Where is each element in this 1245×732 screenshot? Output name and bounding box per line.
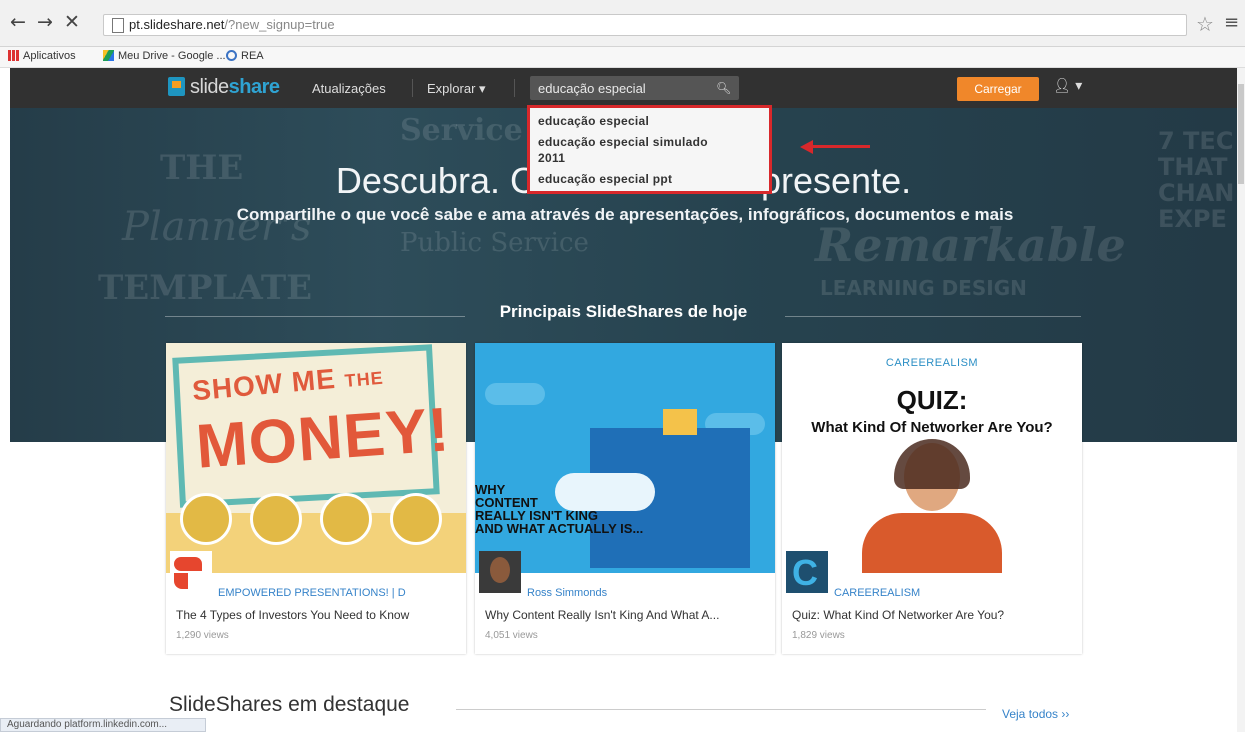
suggestion-item[interactable]: educação especial ppt: [538, 172, 672, 186]
back-arrow-icon[interactable]: ←: [10, 12, 26, 32]
google-drive-icon: [103, 50, 114, 61]
page-icon: [112, 18, 124, 33]
card-title[interactable]: Why Content Really Isn't King And What A…: [485, 608, 719, 622]
annotation-arrow-head: [800, 140, 813, 154]
see-all-link[interactable]: Veja todos ››: [1002, 707, 1069, 721]
section-title: Principais SlideShares de hoje: [499, 302, 748, 321]
card-views: 1,829 views: [792, 630, 845, 641]
bookmarks-bar: Aplicativos Meu Drive - Google ... REA: [0, 47, 1245, 68]
thumb-text: What Kind Of Networker Are You?: [811, 419, 1053, 436]
thumb-text: CAREEREALISM: [885, 357, 979, 369]
card-title[interactable]: Quiz: What Kind Of Networker Are You?: [792, 608, 1004, 622]
user-menu-icon[interactable]: 👤︎ ▾: [1053, 78, 1082, 94]
nav-divider: [514, 79, 515, 97]
search-icon[interactable]: 🔍︎: [716, 81, 731, 95]
site-logo[interactable]: slideshare: [190, 76, 280, 99]
scrollbar-thumb[interactable]: [1238, 84, 1244, 184]
card-thumbnail[interactable]: CAREEREALISM QUIZ: What Kind Of Networke…: [782, 343, 1082, 573]
coin-icon: [250, 493, 302, 545]
search-input[interactable]: [530, 76, 710, 100]
author-avatar[interactable]: C: [786, 551, 828, 593]
hero-title-head: Descubra. Co: [335, 160, 556, 201]
bookmark-rea[interactable]: REA: [226, 50, 264, 62]
bookmark-drive-label: Meu Drive - Google ...: [118, 50, 226, 62]
bookmark-star-icon[interactable]: ☆: [1196, 12, 1214, 36]
hero-bg-art: Service: [400, 113, 523, 148]
suggestion-item-continuation[interactable]: 2011: [538, 151, 565, 165]
coin-icon: [320, 493, 372, 545]
card-thumbnail[interactable]: WHY CONTENT REALLY ISN'T KING AND WHAT A…: [475, 343, 775, 573]
thumb-text: THE: [343, 367, 385, 391]
featured-divider: [456, 709, 986, 710]
browser-menu-icon[interactable]: ≡: [1224, 12, 1239, 33]
nav-explore[interactable]: Explorar ▾: [427, 81, 486, 97]
url-host: pt.slideshare.net: [129, 17, 225, 32]
nav-updates[interactable]: Atualizações: [312, 81, 386, 96]
coin-icon: [180, 493, 232, 545]
nav-divider: [412, 79, 413, 97]
search-box: 🔍︎: [530, 76, 739, 100]
crown-icon: [663, 409, 697, 435]
status-bar: Aguardando platform.linkedin.com...: [0, 718, 206, 732]
bookmark-drive[interactable]: Meu Drive - Google ...: [103, 50, 226, 62]
bookmark-rea-label: REA: [241, 50, 264, 62]
suggestion-item[interactable]: educação especial: [538, 114, 649, 128]
person-hair: [894, 439, 970, 489]
hero-title-tail: presente.: [761, 160, 912, 201]
logo-text-light: slide: [190, 76, 229, 98]
coin-icon: [390, 493, 442, 545]
card-author[interactable]: Ross Simmonds: [527, 587, 607, 599]
card-views: 1,290 views: [176, 630, 229, 641]
stop-loading-icon[interactable]: ✕: [64, 12, 80, 32]
author-avatar[interactable]: [479, 551, 521, 593]
card-author[interactable]: CAREEREALISM: [834, 587, 920, 599]
logo-text-bold: share: [228, 76, 280, 98]
globe-icon: [226, 50, 237, 61]
address-bar[interactable]: pt.slideshare.net/?new_signup=true: [103, 14, 1187, 36]
person-body: [862, 513, 1002, 573]
apps-grid-icon: [8, 50, 19, 61]
hero-bg-art: LEARNING DESIGN: [820, 276, 1027, 300]
url-path: /?new_signup=true: [224, 17, 335, 32]
suggestion-item[interactable]: educação especial simulado: [538, 135, 708, 149]
card-author[interactable]: EMPOWERED PRESENTATIONS! | D: [218, 587, 406, 599]
featured-title: SlideShares em destaque: [169, 693, 410, 716]
thumb-text: QUIZ:: [896, 385, 968, 415]
hero-subtitle: Compartilhe o que você sabe e ama atravé…: [236, 205, 1014, 224]
browser-toolbar: ← → ✕ pt.slideshare.net/?new_signup=true…: [0, 0, 1245, 47]
slideshare-card[interactable]: CAREEREALISM QUIZ: What Kind Of Networke…: [782, 343, 1082, 654]
card-title[interactable]: The 4 Types of Investors You Need to Kno…: [176, 608, 409, 622]
bookmark-apps-label: Aplicativos: [23, 50, 76, 62]
slideshare-logo-icon[interactable]: [168, 77, 185, 96]
annotation-arrow: [812, 145, 870, 148]
search-suggestions: educação especial educação especial simu…: [527, 105, 772, 194]
forward-arrow-icon[interactable]: →: [37, 12, 53, 32]
cloud-shape: [485, 383, 545, 405]
author-avatar[interactable]: [170, 551, 212, 593]
thumb-text: AND WHAT ACTUALLY IS...: [475, 521, 644, 536]
upload-button[interactable]: Carregar: [957, 77, 1039, 101]
site-navbar: slideshare Atualizações Explorar ▾ 🔍︎ Ca…: [10, 68, 1237, 108]
card-views: 4,051 views: [485, 630, 538, 641]
card-thumbnail[interactable]: SHOW ME THE MONEY!: [166, 343, 466, 573]
bookmark-apps[interactable]: Aplicativos: [8, 50, 76, 62]
hero-bg-art: Public Service: [400, 228, 589, 258]
slideshare-card[interactable]: SHOW ME THE MONEY! EMPOWERED PRESENTATIO…: [166, 343, 466, 654]
slideshare-card[interactable]: WHY CONTENT REALLY ISN'T KING AND WHAT A…: [475, 343, 775, 654]
hero-bg-art: Remarkable: [815, 218, 1126, 272]
